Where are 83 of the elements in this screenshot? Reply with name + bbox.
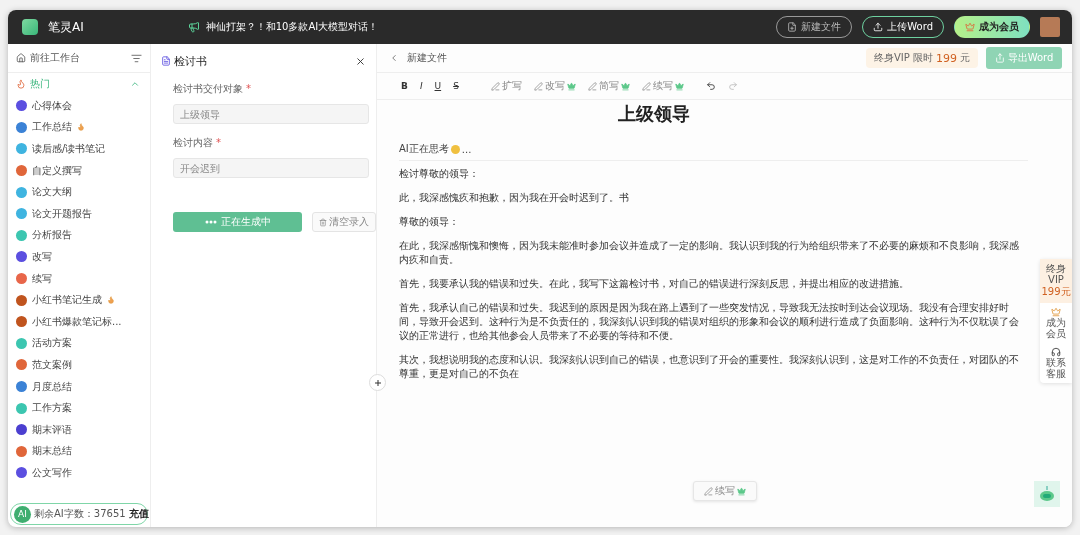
continue-button[interactable]: 续写 (693, 481, 757, 501)
sidebar-item[interactable]: 心得体会 (32, 98, 72, 113)
sidebar-item[interactable]: 公文写作 (32, 465, 72, 480)
loading-icon (204, 219, 217, 225)
header-button[interactable]: 成为会员 (954, 16, 1030, 38)
text-field[interactable]: 上级领导 (173, 104, 369, 124)
ellipsis-text: ... (461, 143, 472, 155)
vip-promo[interactable]: 终身VIP 限时 199 元 (866, 48, 978, 68)
format-button[interactable]: S (453, 81, 459, 91)
back-icon[interactable] (389, 53, 399, 63)
trash-icon (319, 217, 327, 227)
crown-icon (1051, 307, 1061, 317)
pen-icon (533, 81, 543, 91)
sidebar-item[interactable]: 小红书爆款笔记标... (32, 314, 122, 329)
field-label: 检讨书交付对象 (173, 82, 243, 96)
thinking-icon (450, 144, 460, 154)
sidebar-item[interactable]: 月度总结 (32, 379, 72, 394)
sidebar-item[interactable]: 分析报告 (32, 228, 72, 243)
required-mark: * (216, 137, 221, 148)
pen-icon (587, 81, 597, 91)
redo-icon[interactable] (727, 81, 738, 91)
sidebar-item[interactable]: 期末总结 (32, 444, 72, 459)
paragraph: 此，我深感愧疚和抱歉，因为我在开会时迟到了。书 (399, 191, 630, 205)
pen-icon (490, 81, 500, 91)
side-action[interactable]: 终身VIP 199元 (1040, 259, 1072, 303)
recharge-link[interactable]: 充值 (128, 507, 149, 521)
undo-icon[interactable] (705, 81, 716, 91)
megaphone-icon (187, 21, 200, 33)
file-plus-icon (787, 22, 798, 32)
sidebar-item[interactable]: 读后感/读书笔记 (32, 142, 106, 156)
sidebar-item[interactable]: 工作方案 (32, 401, 72, 416)
crown-icon (965, 22, 975, 32)
field-label: 检讨内容 (173, 136, 213, 150)
paragraph: 首先，我承认自己的错误和过失。我迟到的原因是因为我在路上遇到了一些突发情况，导致我无法按时到达会议现场。我没有合理安排好时间，导致开会迟到。这种行为是不负责任的，我深刻认识到我的错误对组织的形象和会议的顺利进行造成了负面影响。这种行为不仅耽误了会议的正常进行，也给其他参会人员带来了不必要的等待和不便。 (399, 301, 1020, 343)
format-button[interactable]: I (419, 81, 423, 91)
ai-tool-button[interactable]: 简写 (587, 79, 630, 93)
chevron-up-icon[interactable] (130, 79, 140, 89)
paragraph: 在此，我深感惭愧和懊悔，因为我未能准时参加会议并造成了一定的影响。我认识到我的行为给组织带来了不必要的麻烦和不良影响，我深感内疚和自责。 (399, 239, 1020, 267)
paragraph: 首先，我要承认我的错误和过失。在此，我写下这篇检讨书，对自己的错误进行深刻反思，并提出相应的改进措施。 (399, 277, 910, 291)
app-name: 笔灵AI (48, 18, 84, 36)
status-text: AI正在思考 (399, 142, 449, 156)
document-icon (161, 56, 171, 66)
side-action[interactable]: 联系客服 (1040, 343, 1072, 383)
robot-icon[interactable] (1034, 481, 1060, 507)
sidebar-item[interactable]: 活动方案 (32, 336, 72, 351)
upload-icon (873, 22, 884, 32)
sidebar-item[interactable]: 工作总结 (32, 120, 72, 135)
sidebar-item[interactable]: 自定义撰写 (32, 163, 82, 178)
export-icon (994, 53, 1005, 63)
file-name: 新建文件 (407, 51, 448, 65)
ai-tool-button[interactable]: 续写 (641, 79, 684, 93)
close-icon[interactable] (355, 55, 366, 67)
sidebar-item[interactable]: 小红书笔记生成 (32, 293, 102, 308)
headset-icon (1051, 347, 1061, 357)
text-field[interactable]: 开会迟到 (173, 158, 369, 178)
menu-icon[interactable] (131, 52, 142, 64)
required-mark: * (246, 83, 251, 94)
ai-tool-button[interactable]: 改写 (533, 79, 576, 93)
paragraph: 其次，我想说明我的态度和认识。我深刻认识到自己的错误，也意识到了开会的重要性。我深刻认识到，这是对工作的不负责任，对团队的不尊重，更是对自己的不负在 (399, 353, 1020, 381)
sidebar-item[interactable]: 论文开题报告 (32, 206, 92, 221)
workspace-link[interactable]: 前往工作台 (30, 51, 127, 65)
logo-icon (22, 19, 38, 35)
paragraph: 检讨尊敬的领导： (399, 167, 480, 181)
paragraph: 尊敬的领导： (399, 215, 460, 229)
document-heading: 上级领导 (616, 102, 691, 126)
home-icon (16, 53, 26, 63)
side-action[interactable]: 成为会员 (1040, 303, 1072, 343)
sidebar-item[interactable]: 论文大纲 (32, 185, 72, 200)
resize-handle[interactable] (369, 374, 386, 391)
ai-avatar: AI (14, 505, 31, 523)
format-button[interactable]: B (401, 81, 408, 91)
sidebar-item[interactable]: 续写 (32, 271, 52, 286)
sidebar-item[interactable]: 范文案例 (32, 357, 72, 372)
quota-text: 剩余AI字数：37651 (34, 507, 126, 521)
sidebar-item[interactable]: 改写 (32, 249, 52, 264)
flame-icon (16, 79, 26, 89)
format-button[interactable]: U (434, 81, 442, 91)
sidebar-item[interactable]: 期末评语 (32, 422, 72, 437)
pen-icon (704, 486, 713, 496)
announcement-text: 神仙打架？！和10多款AI大模型对话！ (205, 20, 379, 34)
ai-tool-button[interactable]: 扩写 (490, 79, 522, 93)
pen-icon (641, 81, 651, 91)
form-title: 检讨书 (174, 53, 208, 69)
